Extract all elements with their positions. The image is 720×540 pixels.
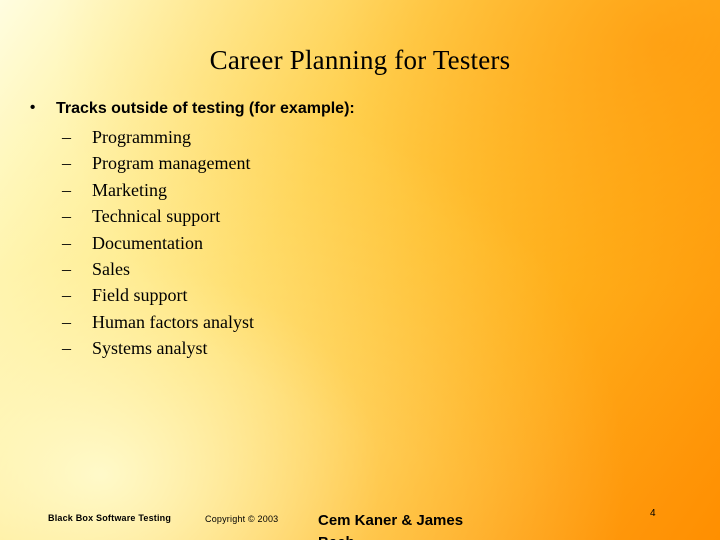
list-item-label: Documentation xyxy=(92,232,203,253)
page-title: Career Planning for Testers xyxy=(209,45,511,75)
list-item-label: Marketing xyxy=(92,179,167,200)
list-item: – Sales xyxy=(62,259,682,285)
dash-marker-icon: – xyxy=(62,153,71,174)
dash-marker-icon: – xyxy=(62,338,71,359)
list-item: – Programming xyxy=(62,127,682,153)
dash-marker-icon: – xyxy=(62,179,71,200)
page-number: 4 xyxy=(650,508,656,519)
list-item-label: Technical support xyxy=(92,206,221,227)
list-item-label: Systems analyst xyxy=(92,338,208,359)
list-item: – Human factors analyst xyxy=(62,312,682,338)
list-item-label: Human factors analyst xyxy=(92,311,254,332)
sub-bullet-list: – Programming – Program management – Mar… xyxy=(62,127,682,365)
dash-marker-icon: – xyxy=(62,232,71,253)
dash-marker-icon: – xyxy=(62,258,71,279)
dash-marker-icon: – xyxy=(62,206,71,227)
dash-marker-icon: – xyxy=(62,127,71,147)
footer-authors: Cem Kaner & James Bach xyxy=(318,510,598,540)
dash-marker-icon: – xyxy=(62,311,71,332)
bullet-level-1: • Tracks outside of testing (for example… xyxy=(30,99,690,118)
dash-marker-icon: – xyxy=(62,285,71,306)
list-item-label: Program management xyxy=(92,153,251,174)
slide: Career Planning for Testers • Tracks out… xyxy=(0,0,720,540)
list-item: – Program management xyxy=(62,153,682,179)
list-item-label: Field support xyxy=(92,285,188,306)
list-item-label: Sales xyxy=(92,258,130,279)
list-item: – Technical support xyxy=(62,206,682,232)
list-item: – Marketing xyxy=(62,180,682,206)
list-item: – Systems analyst xyxy=(62,338,682,364)
list-item: – Field support xyxy=(62,285,682,311)
list-item-label: Programming xyxy=(92,127,191,147)
bullet-level-1-label: Tracks outside of testing (for example): xyxy=(56,100,355,117)
footer-authors-line1: Cem Kaner & James xyxy=(318,512,464,529)
bullet-marker-icon: • xyxy=(30,99,36,116)
list-item: – Documentation xyxy=(62,233,682,259)
footer-authors-line2: Bach xyxy=(318,532,598,540)
footer-course-title: Black Box Software Testing xyxy=(48,513,172,523)
footer-copyright: Copyright © 2003 xyxy=(205,514,279,524)
